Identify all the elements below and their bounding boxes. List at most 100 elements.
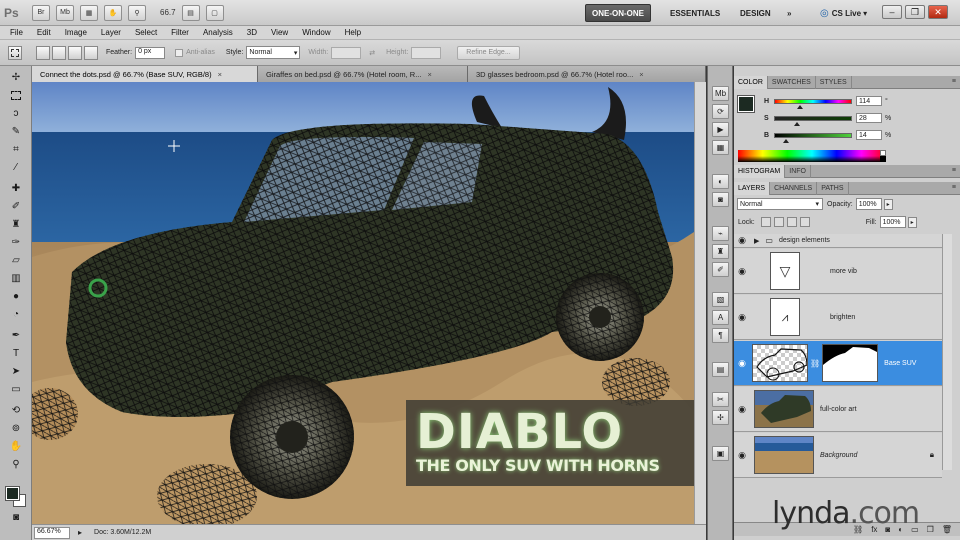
eyedropper-tool-icon[interactable]: ⁄ xyxy=(8,160,24,175)
layer-row[interactable]: ◉ full-color art xyxy=(734,387,942,432)
hand-tool-icon[interactable]: ✋ xyxy=(8,439,24,454)
hue-input[interactable]: 114 xyxy=(856,96,882,106)
shape-tool-icon[interactable]: ▭ xyxy=(8,382,24,397)
menu-image[interactable]: Image xyxy=(65,28,87,37)
blur-tool-icon[interactable]: ● xyxy=(8,289,24,304)
tab-color[interactable]: COLOR xyxy=(734,76,768,89)
menu-edit[interactable]: Edit xyxy=(37,28,51,37)
new-layer-icon[interactable]: ❐ xyxy=(927,525,934,534)
workspace-one-on-one[interactable]: ONE-ON-ONE xyxy=(585,4,651,22)
disclosure-triangle-icon[interactable]: ▶ xyxy=(754,237,759,245)
brush-panel-icon[interactable]: ✐ xyxy=(712,262,729,277)
eye-icon[interactable]: ◉ xyxy=(734,235,750,246)
close-icon[interactable]: × xyxy=(218,70,222,79)
brush-presets-panel-icon[interactable]: ⌁ xyxy=(712,226,729,241)
spectrum-black-swatch[interactable] xyxy=(880,156,886,162)
base-suv-mask-thumb[interactable] xyxy=(822,344,879,382)
path-selection-tool-icon[interactable]: ➤ xyxy=(8,364,24,379)
lock-all-icon[interactable] xyxy=(799,217,810,227)
swatches-panel-icon[interactable]: ▦ xyxy=(712,140,729,155)
refine-edge-button[interactable]: Refine Edge... xyxy=(457,45,520,60)
clone-source-panel-icon[interactable]: ♜ xyxy=(712,244,729,259)
tool-presets-panel-icon[interactable]: ✂ xyxy=(712,392,729,407)
eye-icon[interactable]: ◉ xyxy=(734,266,750,277)
tab-giraffes-on-bed[interactable]: Giraffes on bed.psd @ 66.7% (Hotel room,… xyxy=(258,66,468,82)
eye-icon[interactable]: ◉ xyxy=(734,358,750,369)
close-button[interactable]: ✕ xyxy=(928,5,948,19)
saturation-slider-thumb[interactable] xyxy=(793,121,800,126)
menu-layer[interactable]: Layer xyxy=(101,28,121,37)
healing-brush-tool-icon[interactable]: ✚ xyxy=(8,181,24,196)
workspace-essentials[interactable]: ESSENTIALS xyxy=(664,4,726,22)
zoom-tool-button[interactable]: ⚲ xyxy=(128,4,146,21)
brush-tool-icon[interactable]: ✐ xyxy=(8,199,24,214)
menu-file[interactable]: File xyxy=(10,28,23,37)
tool-preset-picker[interactable] xyxy=(8,45,22,60)
maximize-button[interactable]: ❐ xyxy=(905,5,925,19)
color-panel-foreground-swatch[interactable] xyxy=(737,95,755,113)
crop-tool-icon[interactable]: ⌗ xyxy=(8,142,24,157)
tab-3d-glasses-bedroom[interactable]: 3D glasses bedroom.psd @ 66.7% (Hotel ro… xyxy=(468,66,706,82)
foreground-color-swatch[interactable] xyxy=(5,486,20,501)
menu-select[interactable]: Select xyxy=(135,28,157,37)
close-icon[interactable]: × xyxy=(427,70,431,79)
layer-row[interactable]: ◉ Background 🔒︎ xyxy=(734,433,942,478)
link-chain-icon[interactable]: ⛓ xyxy=(810,359,820,368)
layer-comps-panel-icon[interactable]: ▣ xyxy=(712,446,729,461)
layer-row[interactable]: ◉ ▽ more vib xyxy=(734,249,942,294)
fill-arrow-icon[interactable]: ▸ xyxy=(907,216,917,228)
height-input[interactable] xyxy=(411,46,442,59)
history-panel-icon[interactable]: ⟳ xyxy=(712,104,729,119)
close-icon[interactable]: × xyxy=(639,70,643,79)
layers-scrollbar[interactable] xyxy=(942,234,952,470)
layer-row-selected[interactable]: ◉ ⛓ Base SUV xyxy=(734,341,942,386)
navigator-panel-icon[interactable]: ✢ xyxy=(712,410,729,425)
lock-position-icon[interactable] xyxy=(786,217,797,227)
eye-icon[interactable]: ◉ xyxy=(734,450,750,461)
blend-mode-select[interactable]: Normal ▾ xyxy=(737,198,823,210)
brightness-input[interactable]: 14 xyxy=(856,130,882,140)
layer-group-design-elements[interactable]: ◉ ▶ ▭ design elements xyxy=(734,234,942,248)
masks-panel-icon[interactable]: ◙ xyxy=(712,192,729,207)
mini-bridge-panel-icon[interactable]: Mb xyxy=(712,86,729,101)
zoom-field[interactable]: 66.67% xyxy=(34,526,70,539)
menu-3d[interactable]: 3D xyxy=(247,28,257,37)
new-selection-button[interactable] xyxy=(36,45,50,60)
adjustments-panel-icon[interactable]: ◐ xyxy=(712,174,729,189)
tab-histogram[interactable]: HISTOGRAM xyxy=(734,165,786,178)
character-panel-icon[interactable]: A xyxy=(712,310,729,325)
brightness-slider[interactable] xyxy=(774,132,852,143)
hand-tool-button[interactable]: ✋ xyxy=(104,4,122,21)
add-to-selection-button[interactable] xyxy=(52,45,66,60)
zoom-level[interactable]: 66.7 xyxy=(160,8,176,17)
opacity-arrow-icon[interactable]: ▸ xyxy=(883,198,893,210)
width-input[interactable] xyxy=(331,46,362,59)
fill-input[interactable]: 100% xyxy=(879,216,906,228)
eye-icon[interactable]: ◉ xyxy=(734,404,750,415)
panel-menu-icon[interactable]: ≡ xyxy=(952,167,956,174)
lasso-tool-icon[interactable]: ↄ xyxy=(8,106,24,121)
brightness-slider-thumb[interactable] xyxy=(782,138,789,143)
lock-pixels-icon[interactable] xyxy=(773,217,784,227)
3d-rotate-tool-icon[interactable]: ⟲ xyxy=(8,403,24,418)
document-canvas[interactable]: DIABLO THE ONLY SUV WITH HORNS xyxy=(32,82,694,524)
marquee-tool-icon[interactable] xyxy=(8,88,24,103)
tab-layers[interactable]: LAYERS xyxy=(734,182,771,195)
dodge-tool-icon[interactable]: ◔ xyxy=(8,307,24,322)
swap-icon[interactable]: ⇄ xyxy=(369,49,375,57)
tab-info[interactable]: INFO xyxy=(785,165,811,178)
notes-panel-icon[interactable]: ▤ xyxy=(712,362,729,377)
status-menu-icon[interactable]: ▸ xyxy=(78,528,82,537)
hue-slider[interactable] xyxy=(774,98,852,109)
anti-alias-checkbox[interactable] xyxy=(175,48,184,57)
saturation-slider[interactable] xyxy=(774,115,852,126)
panel-menu-icon[interactable]: ≡ xyxy=(952,184,956,191)
panel-menu-icon[interactable]: ≡ xyxy=(952,78,956,85)
screen-mode-button[interactable]: ▢ xyxy=(205,4,224,21)
3d-orbit-tool-icon[interactable]: ⊚ xyxy=(8,421,24,436)
menu-help[interactable]: Help xyxy=(345,28,361,37)
arrange-documents-button[interactable]: ▤ xyxy=(181,4,200,21)
cs-live-button[interactable]: ◎ CS Live ▾ xyxy=(820,4,867,22)
workspace-more-button[interactable]: » xyxy=(781,4,797,22)
feather-input[interactable]: 0 px xyxy=(135,46,166,59)
